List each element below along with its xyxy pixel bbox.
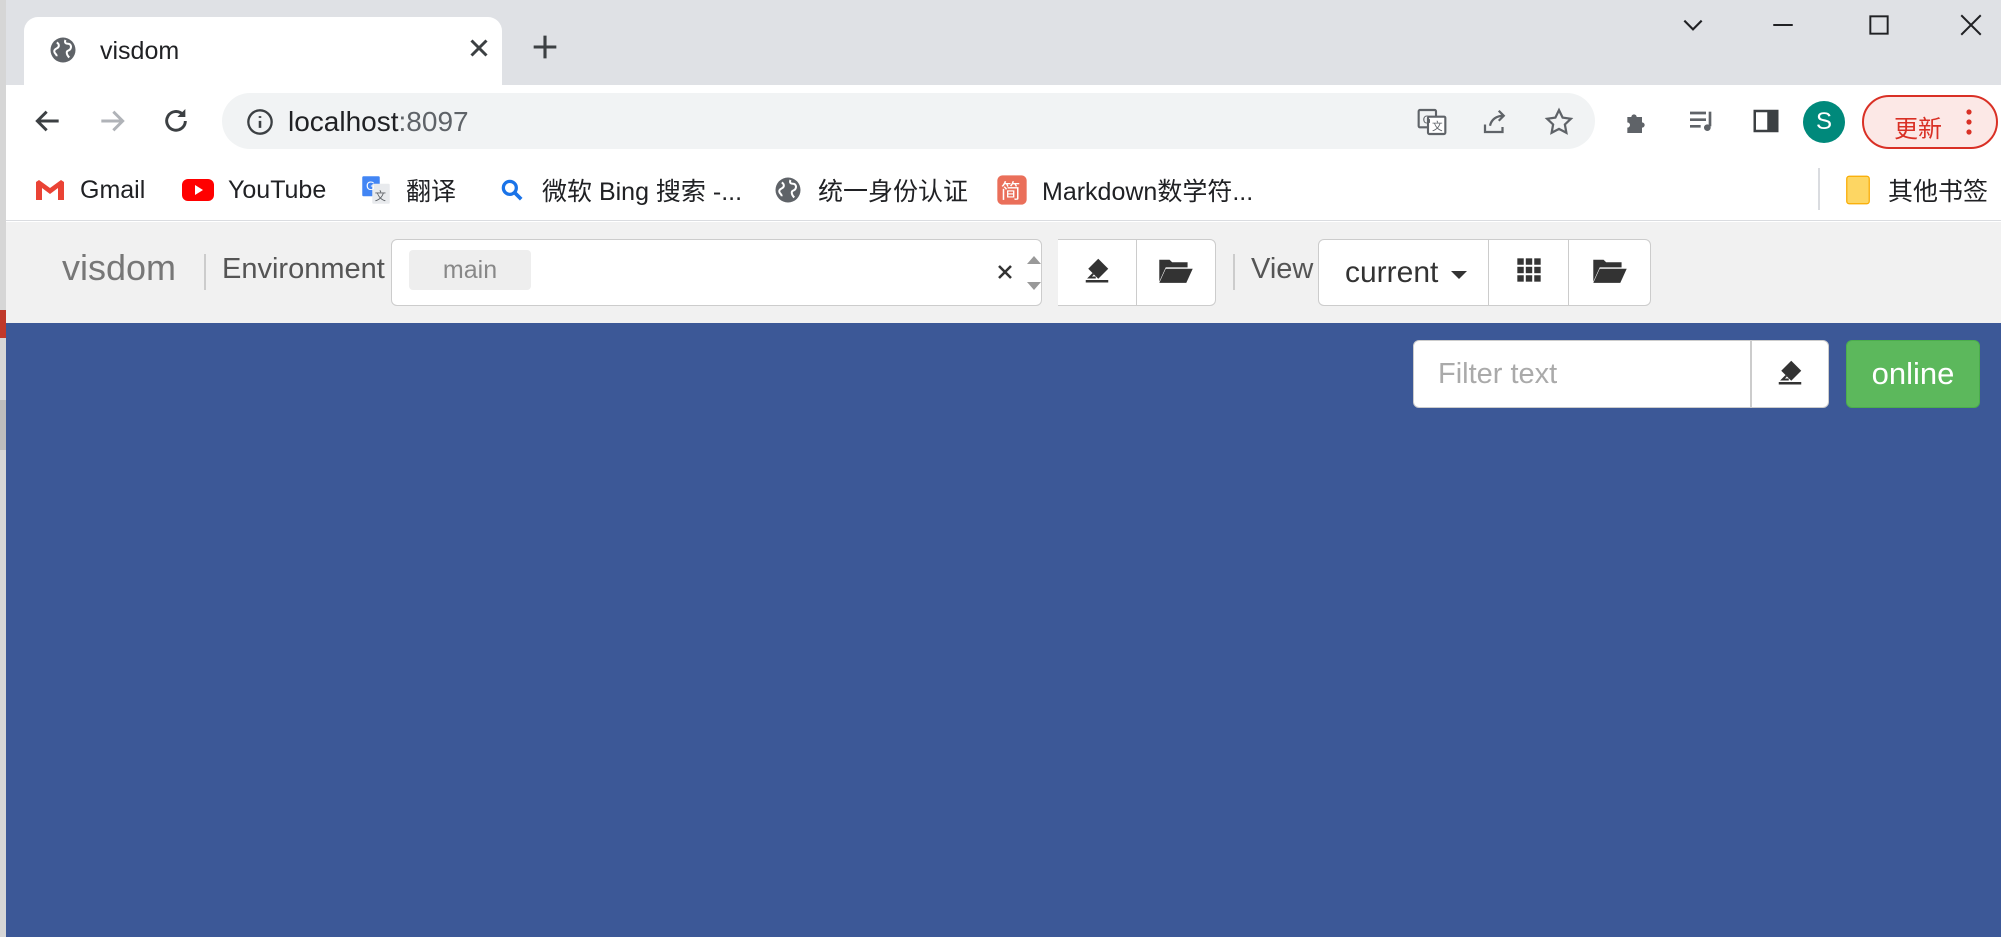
tab-close-icon[interactable] [464,33,494,63]
view-selected-value: current [1345,256,1439,289]
grid-icon [1515,256,1543,289]
folder-open-icon [1592,255,1628,290]
browser-toolbar: localhost:8097 G文 S 更新 [6,85,2001,158]
new-tab-icon[interactable] [528,30,562,64]
environment-select[interactable]: main [391,239,1042,306]
repack-grid-button[interactable] [1489,239,1569,306]
environment-label: Environment [222,253,385,285]
globe-icon [772,174,804,206]
bookmark-label: 翻译 [406,178,457,206]
navbar-divider [204,254,206,290]
tab-title: visdom [100,37,180,65]
minimize-icon[interactable] [1758,12,1808,48]
kebab-menu-icon[interactable] [1964,107,1974,137]
side-panel-icon[interactable] [1744,99,1788,143]
other-bookmarks-folder[interactable]: 其他书签 [1842,170,1988,210]
svg-text:简: 简 [1001,179,1021,203]
bookmark-gmail[interactable]: Gmail [34,170,145,210]
view-label: View [1251,253,1314,285]
back-arrow-icon[interactable] [26,99,70,143]
manage-environments-button[interactable] [1136,239,1216,306]
google-translate-icon[interactable]: G文 [1415,105,1449,139]
reload-icon[interactable] [154,99,198,143]
other-bookmarks-label: 其他书签 [1888,178,1989,206]
svg-text:文: 文 [1432,120,1443,133]
clear-environment-button[interactable] [1058,239,1137,306]
url-host: localhost [288,106,399,137]
bookmark-star-icon[interactable] [1542,105,1576,139]
eraser-icon [1082,255,1112,290]
bookmark-label: Markdown数学符... [1042,178,1254,206]
close-window-icon[interactable] [1946,12,1996,48]
translate-icon: G文 [360,174,392,206]
bookmarks-divider [1818,168,1820,210]
bookmark-label: 统一身份认证 [818,178,969,206]
youtube-icon [182,174,214,206]
globe-icon [48,35,78,65]
connection-status-button[interactable]: online [1846,340,1980,408]
clear-filter-button[interactable] [1751,340,1829,408]
gmail-icon [34,174,66,206]
tab-search-chevron-down-icon[interactable] [1668,12,1718,48]
bookmark-translate[interactable]: G文 翻译 [360,170,456,210]
bing-search-icon [496,174,528,206]
caret-down-icon [1451,271,1467,279]
bookmark-auth[interactable]: 统一身份认证 [772,170,968,210]
visdom-navbar: visdom Environment main View current [6,222,2001,323]
folder-icon [1842,174,1874,206]
bookmarks-bar: Gmail YouTube G文 翻译 微软 Bing 搜索 -... 统一身份… [6,158,2001,221]
jianshu-icon: 简 [996,174,1028,206]
bookmark-label: YouTube [228,175,327,204]
bookmark-markdown[interactable]: 简 Markdown数学符... [996,170,1253,210]
bookmark-label: 微软 Bing 搜索 -... [542,178,743,206]
browser-window: visdom localhost:8097 G 文 S 更新 Gmail You… [6,0,2001,937]
update-button[interactable]: 更新 [1862,95,1998,149]
view-dropdown[interactable]: current [1318,239,1489,306]
profile-avatar[interactable]: S [1803,101,1845,143]
tab-strip: visdom [6,0,2001,85]
update-label: 更新 [1894,116,1942,143]
maximize-icon[interactable] [1854,12,1904,48]
forward-arrow-icon[interactable] [90,99,134,143]
folder-open-icon [1158,255,1194,290]
address-url: localhost:8097 [288,106,469,138]
bookmark-label: Gmail [80,175,146,204]
visdom-main-pane: online [6,323,2001,937]
environment-chip[interactable]: main [409,250,531,290]
media-playlist-icon[interactable] [1680,99,1724,143]
filter-text-input[interactable] [1414,341,1750,407]
svg-text:文: 文 [375,189,386,203]
environment-spinner[interactable] [1022,246,1046,300]
bookmark-youtube[interactable]: YouTube [182,170,326,210]
eraser-icon [1775,357,1805,392]
manage-views-button[interactable] [1568,239,1651,306]
extensions-puzzle-icon[interactable] [1616,99,1660,143]
tab-visdom[interactable]: visdom [24,17,502,85]
url-port: :8097 [398,106,469,137]
visdom-brand[interactable]: visdom [62,247,176,289]
svg-text:G: G [1423,113,1431,126]
navbar-divider [1233,254,1235,290]
filter-text-field[interactable] [1413,340,1751,408]
svg-text:G: G [366,180,375,193]
address-bar[interactable]: localhost:8097 G文 [222,93,1595,149]
site-info-icon[interactable] [246,108,274,136]
clear-selection-icon[interactable] [996,256,1014,288]
bookmark-bing[interactable]: 微软 Bing 搜索 -... [496,170,742,210]
share-icon[interactable] [1478,105,1512,139]
